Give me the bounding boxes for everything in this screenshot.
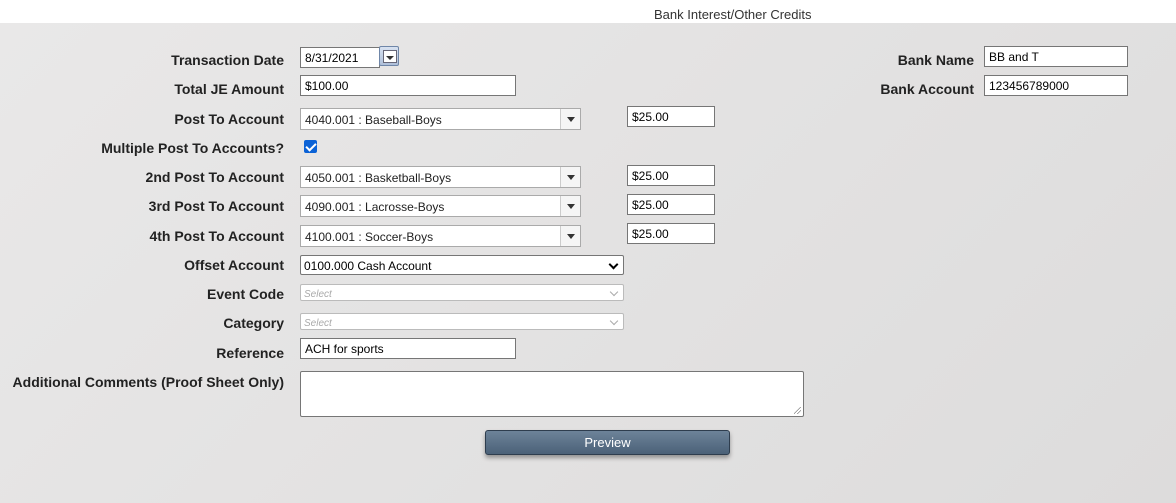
event-code-placeholder: Select (304, 289, 332, 300)
post-2-combo[interactable]: 4050.001 : Basketball-Boys (300, 166, 581, 188)
transaction-date-label: Transaction Date (171, 52, 284, 68)
post-4-value: 4100.001 : Soccer-Boys (305, 230, 434, 244)
post-4-combo[interactable]: 4100.001 : Soccer-Boys (300, 225, 581, 247)
bank-account-field[interactable] (984, 75, 1128, 96)
comments-label: Additional Comments (Proof Sheet Only) (12, 374, 284, 390)
post-3-amount[interactable] (627, 194, 715, 215)
offset-account-value: 0100.000 Cash Account (304, 259, 432, 273)
category-select[interactable]: Select (300, 313, 624, 330)
total-je-amount-field[interactable] (300, 75, 516, 96)
preview-button[interactable]: Preview (485, 430, 730, 455)
chevron-down-icon (608, 259, 619, 270)
multiple-post-checkbox[interactable] (304, 140, 317, 153)
total-je-amount-label: Total JE Amount (174, 81, 284, 97)
chevron-down-icon[interactable] (560, 196, 580, 216)
chevron-down-icon[interactable] (560, 226, 580, 246)
post-to-account-amount[interactable] (627, 106, 715, 127)
post-2-label: 2nd Post To Account (145, 169, 284, 185)
chevron-down-icon (609, 287, 619, 297)
event-code-select[interactable]: Select (300, 284, 624, 301)
post-3-value: 4090.001 : Lacrosse-Boys (305, 200, 445, 214)
post-4-amount[interactable] (627, 223, 715, 244)
post-2-value: 4050.001 : Basketball-Boys (305, 171, 452, 185)
post-3-label: 3rd Post To Account (148, 198, 284, 214)
chevron-down-icon[interactable] (560, 109, 580, 129)
event-code-label: Event Code (206, 286, 284, 302)
post-2-amount[interactable] (627, 165, 715, 186)
transaction-date-field[interactable] (300, 47, 380, 68)
page-header: Bank Interest/Other Credits (0, 0, 1176, 23)
chevron-down-icon[interactable] (560, 167, 580, 187)
post-4-label: 4th Post To Account (149, 228, 284, 244)
offset-account-label: Offset Account (184, 257, 284, 273)
bank-name-label: Bank Name (897, 52, 974, 68)
category-placeholder: Select (304, 318, 332, 329)
chevron-down-icon (609, 316, 619, 326)
post-to-account-combo[interactable]: 4040.001 : Baseball-Boys (300, 108, 581, 130)
reference-field[interactable] (300, 338, 516, 359)
reference-label: Reference (216, 345, 284, 361)
comments-textarea[interactable] (300, 371, 804, 417)
bank-account-label: Bank Account (880, 81, 974, 97)
post-3-combo[interactable]: 4090.001 : Lacrosse-Boys (300, 195, 581, 217)
page-title: Bank Interest/Other Credits (654, 7, 812, 22)
category-label: Category (223, 315, 284, 331)
post-to-account-value: 4040.001 : Baseball-Boys (305, 113, 442, 127)
multiple-post-label: Multiple Post To Accounts? (101, 140, 284, 156)
post-to-account-label: Post To Account (174, 111, 284, 127)
offset-account-select[interactable]: 0100.000 Cash Account (300, 255, 624, 275)
bank-name-field[interactable] (984, 46, 1128, 67)
calendar-icon[interactable] (379, 46, 399, 66)
